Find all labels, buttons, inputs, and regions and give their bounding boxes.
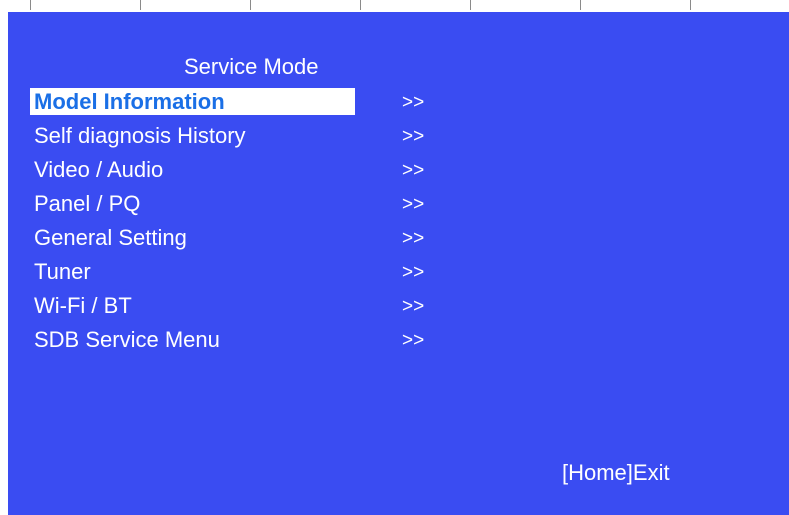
submenu-arrow-icon: >> xyxy=(402,194,425,215)
submenu-arrow-icon: >> xyxy=(402,228,425,249)
submenu-arrow-icon: >> xyxy=(402,330,425,351)
menu-item-label: Self diagnosis History xyxy=(34,123,246,148)
submenu-arrow-icon: >> xyxy=(402,296,425,317)
tick-mark xyxy=(30,0,31,10)
menu-item-panel-pq[interactable]: Panel / PQ >> xyxy=(30,188,490,222)
submenu-arrow-icon: >> xyxy=(402,126,425,147)
tick-mark xyxy=(250,0,251,10)
menu-item-tuner[interactable]: Tuner >> xyxy=(30,256,490,290)
tick-mark xyxy=(580,0,581,10)
menu-item-label: Panel / PQ xyxy=(34,191,141,216)
tick-mark xyxy=(690,0,691,10)
menu-item-label: Video / Audio xyxy=(34,157,164,182)
menu-item-general-setting[interactable]: General Setting >> xyxy=(30,222,490,256)
menu-item-sdb-service-menu[interactable]: SDB Service Menu >> xyxy=(30,324,490,358)
menu-item-label: SDB Service Menu xyxy=(34,327,220,352)
menu-item-label: General Setting xyxy=(34,225,187,250)
menu-item-model-information[interactable]: Model Information >> xyxy=(30,86,490,120)
submenu-arrow-icon: >> xyxy=(402,262,425,283)
exit-hint: [Home]Exit xyxy=(562,460,670,485)
tick-mark xyxy=(470,0,471,10)
tick-mark xyxy=(360,0,361,10)
tick-mark xyxy=(140,0,141,10)
top-tick-marks xyxy=(0,0,789,12)
menu-item-self-diagnosis-history[interactable]: Self diagnosis History >> xyxy=(30,120,490,154)
menu-item-label: Tuner xyxy=(34,259,91,284)
menu-item-label: Wi-Fi / BT xyxy=(34,293,132,318)
submenu-arrow-icon: >> xyxy=(402,92,425,113)
service-mode-screen: Service Mode Model Information >> Self d… xyxy=(8,12,789,515)
submenu-arrow-icon: >> xyxy=(402,160,425,181)
menu-item-video-audio[interactable]: Video / Audio >> xyxy=(30,154,490,188)
menu-item-label: Model Information xyxy=(30,88,355,115)
page-title: Service Mode xyxy=(184,54,319,79)
menu-item-wifi-bt[interactable]: Wi-Fi / BT >> xyxy=(30,290,490,324)
service-menu: Model Information >> Self diagnosis Hist… xyxy=(30,86,490,358)
